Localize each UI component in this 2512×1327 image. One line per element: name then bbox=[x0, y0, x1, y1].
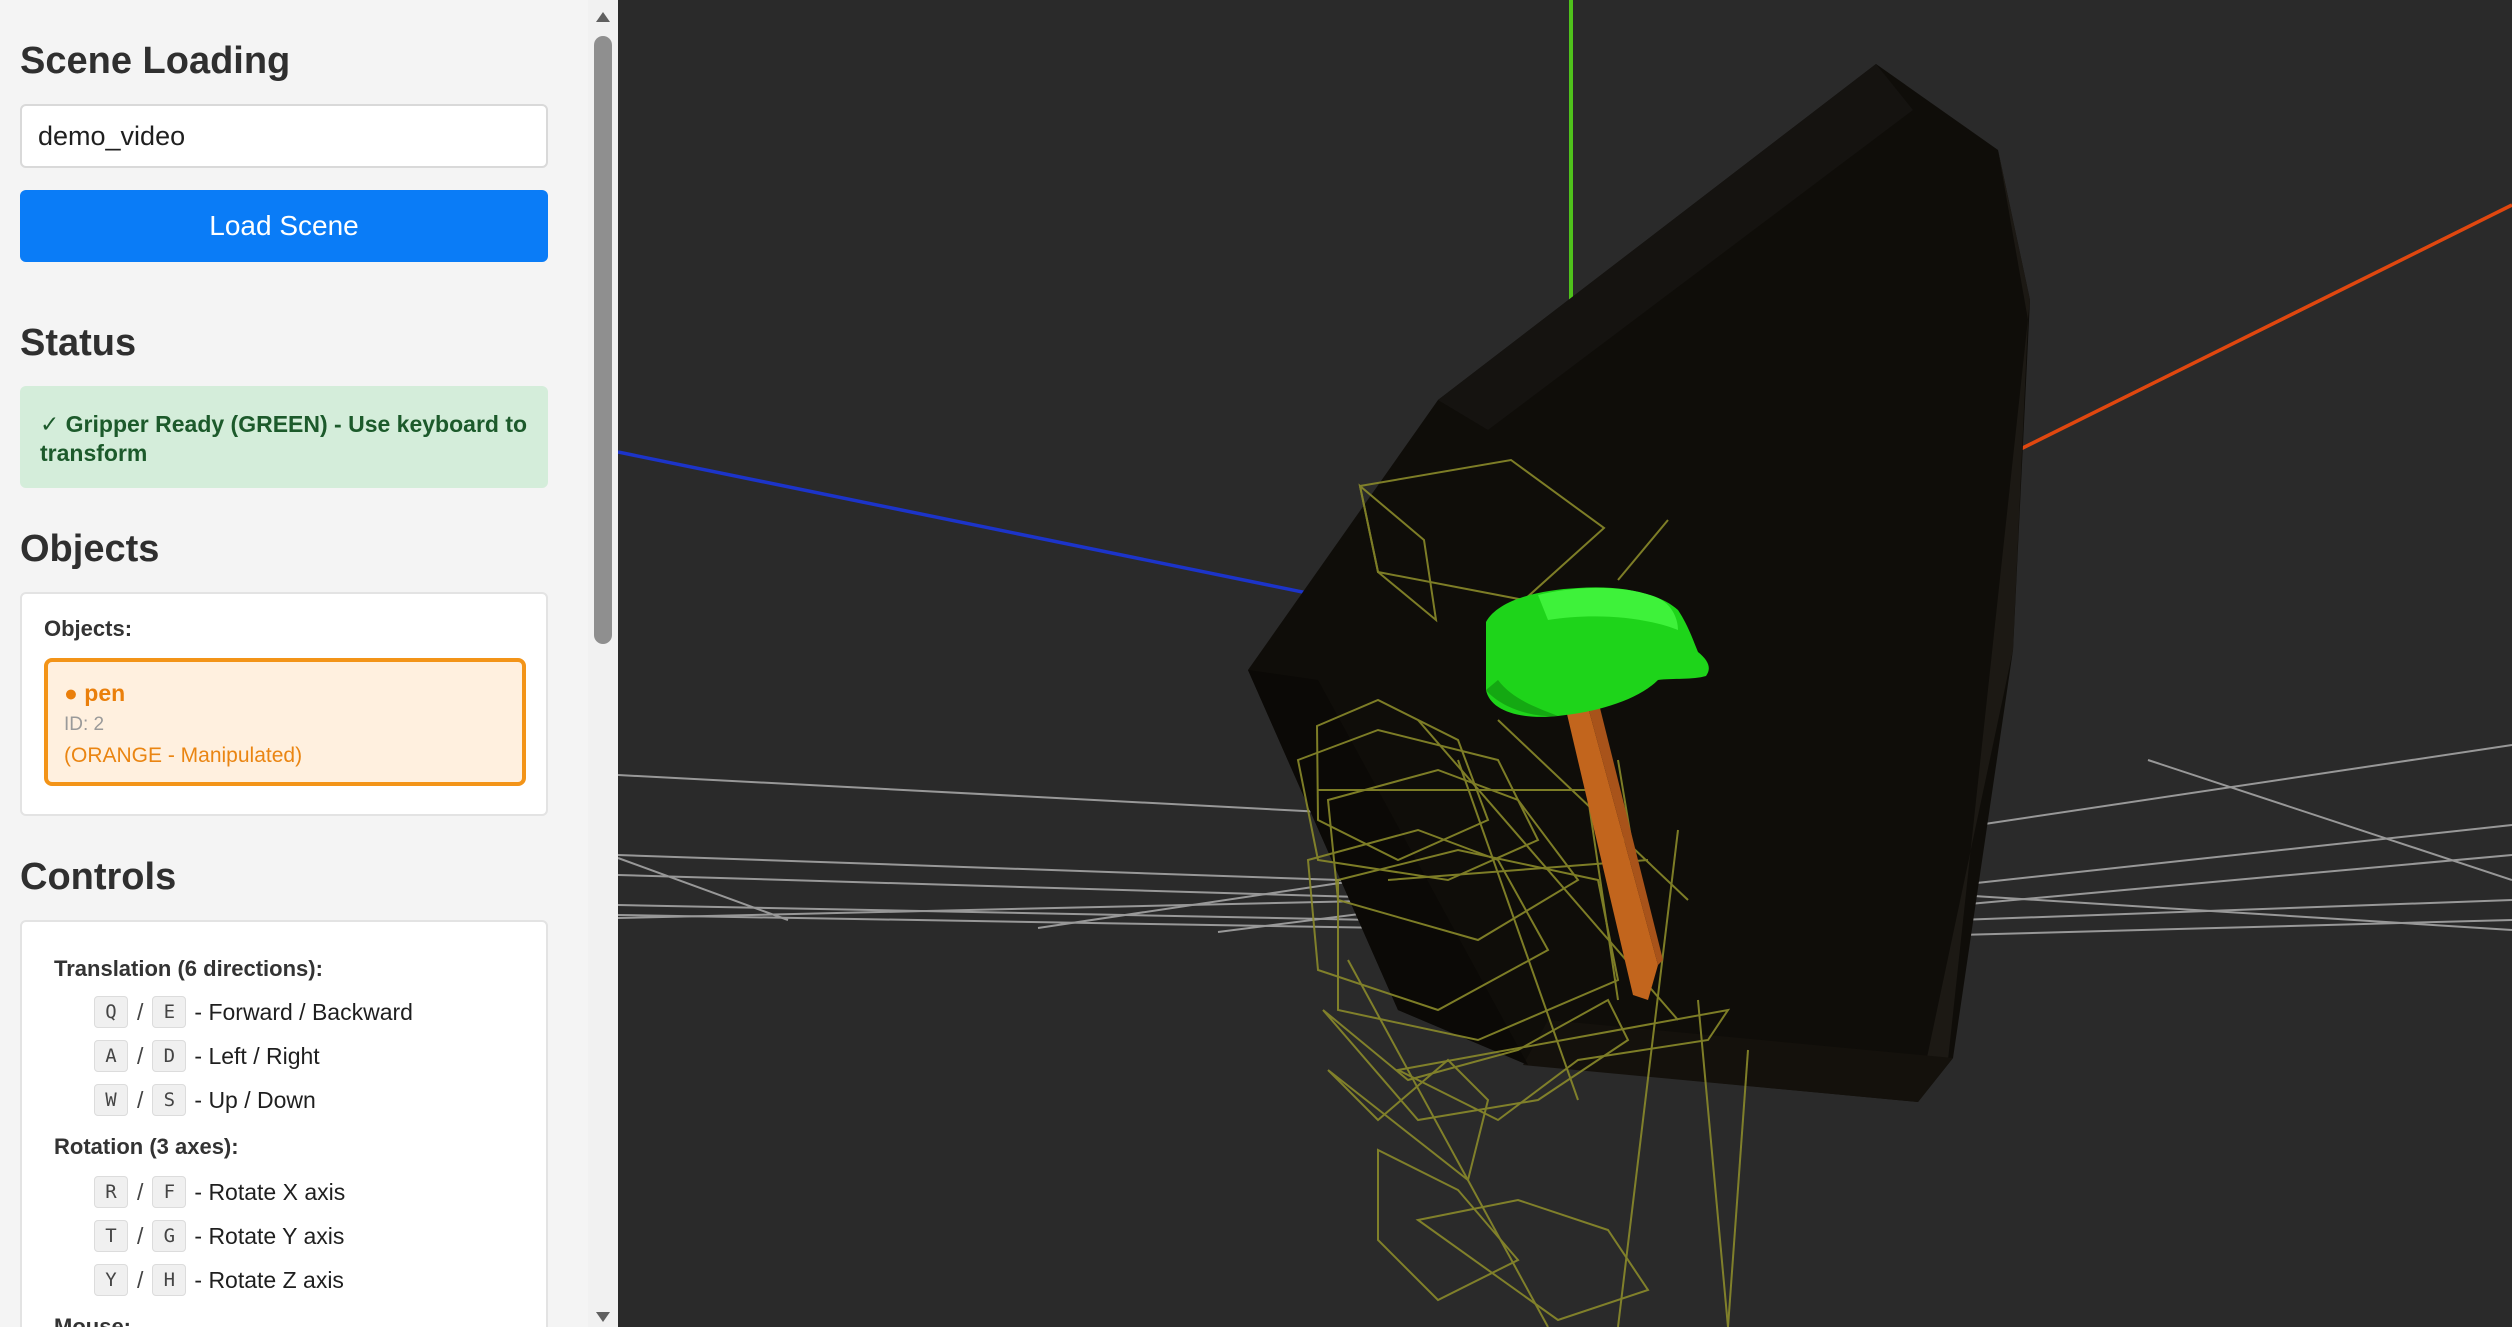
control-row: Y / H - Rotate Z axis bbox=[94, 1264, 344, 1296]
key-badge: G bbox=[152, 1220, 187, 1252]
mouse-title: Mouse: bbox=[54, 1314, 131, 1327]
key-badge: Y bbox=[94, 1264, 128, 1296]
key-badge: F bbox=[152, 1176, 187, 1208]
control-description: - Left / Right bbox=[194, 1042, 320, 1069]
scene-name-input[interactable] bbox=[20, 104, 548, 168]
control-row: R / F - Rotate X axis bbox=[94, 1176, 345, 1208]
controls-title: Controls bbox=[20, 856, 177, 898]
key-badge: T bbox=[94, 1220, 128, 1252]
control-row: T / G - Rotate Y axis bbox=[94, 1220, 344, 1252]
sidebar: Scene Loading Load Scene Status ✓ Grippe… bbox=[0, 0, 588, 1327]
key-badge: R bbox=[94, 1176, 128, 1208]
scene-loading-title: Scene Loading bbox=[20, 40, 291, 82]
scroll-down-arrow-icon[interactable] bbox=[596, 1312, 610, 1322]
object-name: ● pen bbox=[64, 680, 126, 706]
3d-viewport[interactable] bbox=[618, 0, 2512, 1327]
app-window: Scene Loading Load Scene Status ✓ Grippe… bbox=[0, 0, 2512, 1327]
separator: / bbox=[137, 1086, 144, 1113]
objects-title: Objects bbox=[20, 528, 160, 570]
control-row: W / S - Up / Down bbox=[94, 1084, 316, 1116]
key-badge: A bbox=[94, 1040, 128, 1072]
control-description: - Up / Down bbox=[194, 1086, 316, 1113]
objects-panel: Objects: ● pen ID: 2 (ORANGE - Manipulat… bbox=[20, 592, 548, 816]
key-badge: E bbox=[152, 996, 187, 1028]
separator: / bbox=[137, 1178, 144, 1205]
scene-canvas[interactable] bbox=[618, 0, 2512, 1327]
control-description: - Rotate Y axis bbox=[194, 1222, 345, 1249]
object-id: ID: 2 bbox=[64, 714, 105, 735]
separator: / bbox=[137, 998, 144, 1025]
scrollbar-thumb[interactable] bbox=[594, 36, 612, 644]
translation-title: Translation (6 directions): bbox=[54, 956, 323, 981]
control-description: - Rotate Z axis bbox=[194, 1266, 344, 1293]
key-badge: S bbox=[152, 1084, 187, 1116]
key-badge: Q bbox=[94, 996, 128, 1028]
status-message: ✓ Gripper Ready (GREEN) - Use keyboard t… bbox=[20, 386, 548, 488]
objects-list-heading: Objects: bbox=[44, 616, 133, 641]
separator: / bbox=[137, 1266, 144, 1293]
object-item-pen[interactable]: ● pen ID: 2 (ORANGE - Manipulated) bbox=[44, 658, 526, 786]
scroll-up-arrow-icon[interactable] bbox=[596, 12, 610, 22]
key-badge: W bbox=[94, 1084, 128, 1116]
control-description: - Rotate X axis bbox=[194, 1178, 346, 1205]
control-row: Q / E - Forward / Backward bbox=[94, 996, 413, 1028]
object-state: (ORANGE - Manipulated) bbox=[64, 744, 303, 767]
key-badge: H bbox=[152, 1264, 187, 1296]
control-description: - Forward / Backward bbox=[194, 998, 413, 1025]
load-scene-button[interactable]: Load Scene bbox=[20, 190, 548, 262]
separator: / bbox=[137, 1042, 144, 1069]
controls-panel: Translation (6 directions): Q / E - Forw… bbox=[20, 920, 548, 1327]
rotation-title: Rotation (3 axes): bbox=[54, 1134, 239, 1159]
status-title: Status bbox=[20, 322, 137, 364]
sidebar-scrollbar[interactable] bbox=[588, 0, 618, 1327]
control-row: A / D - Left / Right bbox=[94, 1040, 320, 1072]
key-badge: D bbox=[152, 1040, 187, 1072]
separator: / bbox=[137, 1222, 144, 1249]
